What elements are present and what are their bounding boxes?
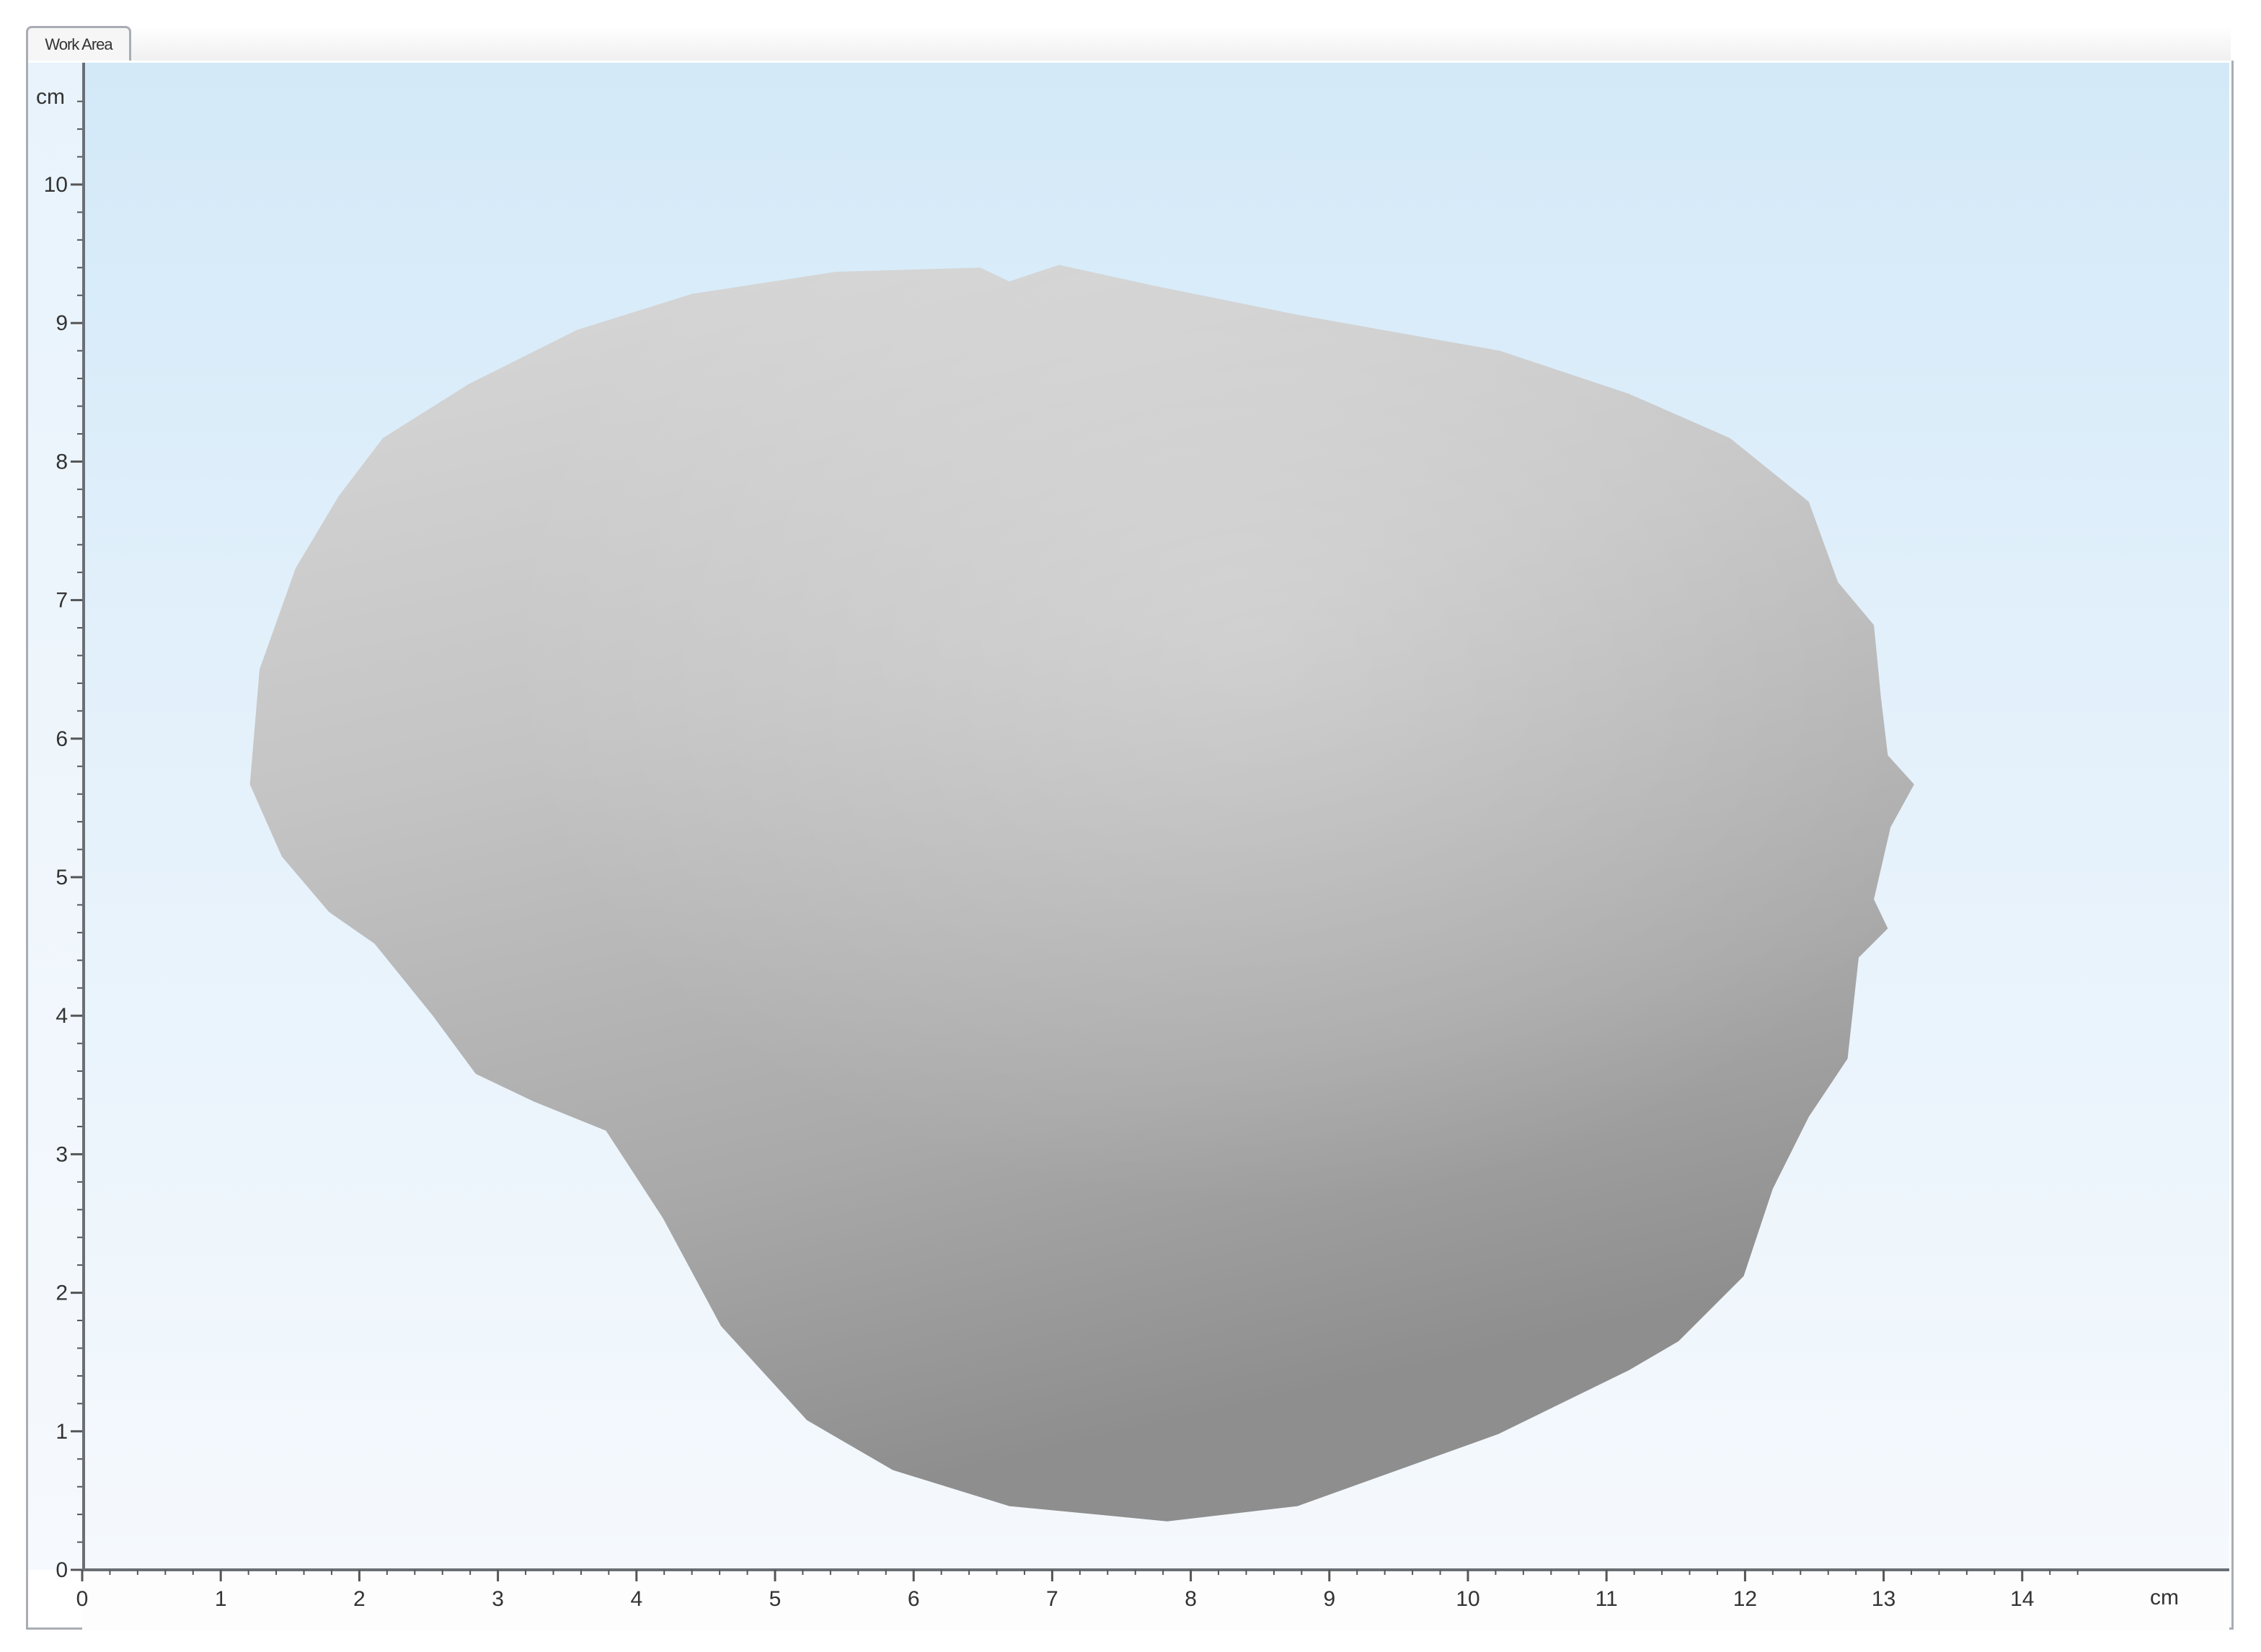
y-tick-label: 0 xyxy=(56,1558,68,1582)
y-tick-label: 7 xyxy=(56,589,68,613)
x-tick-label: 6 xyxy=(908,1587,920,1611)
y-tick-label: 2 xyxy=(56,1282,68,1305)
x-tick-label: 3 xyxy=(492,1587,504,1611)
y-tick-label: 10 xyxy=(44,173,68,197)
x-tick-label: 4 xyxy=(630,1587,642,1611)
x-tick-label: 9 xyxy=(1323,1587,1335,1611)
x-tick-label: 12 xyxy=(1733,1587,1757,1611)
x-tick-label: 0 xyxy=(76,1587,89,1611)
y-tick-label: 1 xyxy=(56,1420,68,1444)
shape-chart: 0 1 2 3 4 5 6 7 8 9 10 11 12 13 14012345678910 xyxy=(44,100,2079,1611)
x-tick-label: 14 xyxy=(2010,1587,2034,1611)
x-tick-label: 2 xyxy=(353,1587,366,1611)
scanned-shape-highlight xyxy=(249,265,1914,1522)
x-axis-unit: cm xyxy=(2150,1586,2179,1609)
x-tick-label: 7 xyxy=(1046,1587,1058,1611)
y-tick-label: 4 xyxy=(56,1004,68,1028)
y-tick-label: 3 xyxy=(56,1142,68,1166)
y-tick-label: 9 xyxy=(56,311,68,335)
x-tick-label: 1 xyxy=(215,1587,227,1611)
x-tick-label: 13 xyxy=(1872,1587,1895,1611)
y-tick-label: 8 xyxy=(56,450,68,474)
x-tick-label: 10 xyxy=(1456,1587,1479,1611)
x-tick-label: 11 xyxy=(1596,1587,1618,1611)
y-tick-label: 5 xyxy=(56,866,68,889)
y-tick-label: 6 xyxy=(56,727,68,751)
x-tick-label: 8 xyxy=(1185,1587,1197,1611)
x-tick-label: 5 xyxy=(769,1587,782,1611)
y-axis-unit: cm xyxy=(36,85,65,109)
